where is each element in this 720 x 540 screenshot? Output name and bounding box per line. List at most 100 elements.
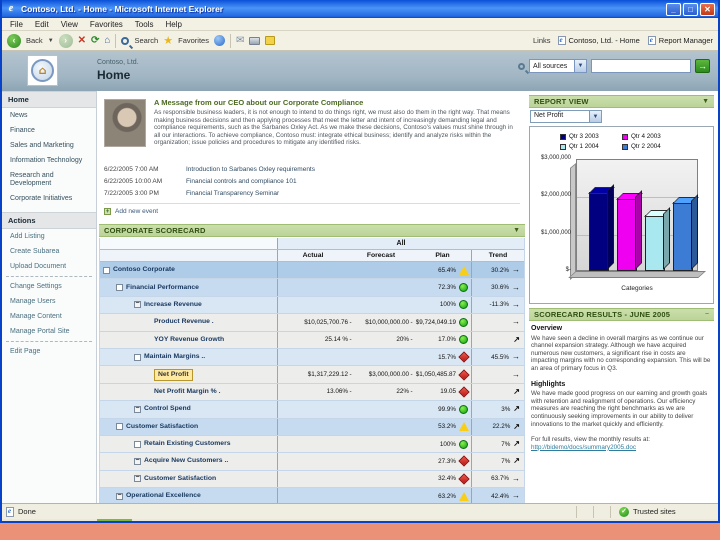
row-label[interactable]: Acquire New Customers .. — [144, 457, 228, 465]
legend-swatch — [560, 133, 566, 140]
close-button[interactable]: ✕ — [700, 2, 715, 16]
legend-swatch — [560, 143, 566, 150]
menu-view[interactable]: View — [61, 20, 78, 29]
search-scope-select[interactable]: All sources ▼ — [529, 59, 587, 73]
report-selector[interactable]: Net Profit ▼ — [530, 110, 602, 123]
menu-favorites[interactable]: Favorites — [90, 20, 123, 29]
action-edit-page[interactable]: Edit Page — [2, 344, 96, 359]
row-label[interactable]: Operational Excellence — [126, 492, 201, 500]
media-icon[interactable] — [213, 35, 225, 46]
sidebar-item-corporate-initiatives[interactable]: Corporate Initiatives — [2, 191, 96, 206]
row-collapse-icon[interactable]: − — [134, 457, 141, 465]
sidebar-item-news[interactable]: News — [2, 108, 96, 123]
action-manage-portal-site[interactable]: Manage Portal Site — [2, 324, 96, 339]
row-label[interactable]: Control Spend — [144, 405, 191, 413]
results-link[interactable]: http://bidemo/docs/summary2005.doc — [531, 444, 711, 452]
chart-bar — [674, 203, 692, 270]
add-event[interactable]: + Add new event — [104, 203, 520, 215]
sidebar-header-home[interactable]: Home — [2, 91, 96, 108]
legend-item: Qtr 4 2003 — [622, 133, 684, 140]
event-title[interactable]: Introduction to Sarbanes Oxley requireme… — [186, 166, 315, 173]
row-label[interactable]: YOY Revenue Growth — [154, 336, 224, 344]
table-row: − Increase Revenue 100% -11.3% → — [100, 296, 524, 315]
row-name-cell: YOY Revenue Growth — [100, 331, 278, 348]
events-list: 6/22/2005 7:00 AM Introduction to Sarbane… — [104, 163, 520, 215]
favorites-button[interactable]: Favorites — [178, 36, 209, 45]
sidebar-item-sales-and-marketing[interactable]: Sales and Marketing — [2, 138, 96, 153]
row-checkbox[interactable] — [103, 266, 110, 274]
row-collapse-icon[interactable]: − — [134, 475, 141, 483]
search-go-button[interactable]: → — [695, 59, 710, 73]
event-title[interactable]: Financial controls and compliance 101 — [186, 178, 297, 185]
row-collapse-icon[interactable]: − — [134, 301, 141, 309]
toolbar-link[interactable]: Report Manager — [647, 36, 713, 45]
row-label[interactable]: Increase Revenue — [144, 301, 202, 309]
menu-file[interactable]: File — [10, 20, 23, 29]
action-manage-content[interactable]: Manage Content — [2, 309, 96, 324]
print-icon[interactable] — [249, 36, 261, 45]
action-upload-document[interactable]: Upload Document — [2, 259, 96, 274]
trend-cell: 63.7% → — [471, 470, 524, 488]
title-bar[interactable]: e Contoso, Ltd. - Home - Microsoft Inter… — [2, 0, 718, 18]
results-body: Overview We have seen a decline in overa… — [531, 325, 711, 451]
menu-tools[interactable]: Tools — [135, 20, 154, 29]
search-zone: All sources ▼ → — [518, 59, 710, 73]
favorites-icon[interactable]: ★ — [163, 34, 173, 47]
row-name-cell: Net Profit — [100, 366, 278, 383]
trend-cell: 22.2% ↗ — [471, 418, 524, 435]
toolbar-link[interactable]: Contoso, Ltd. - Home — [557, 36, 640, 45]
forward-icon[interactable]: › — [58, 33, 73, 48]
event-title[interactable]: Financial Transparency Seminar — [186, 190, 279, 197]
mail-icon[interactable]: ✉ — [236, 35, 244, 46]
row-checkbox[interactable] — [116, 423, 123, 431]
status-text: Done — [18, 507, 36, 516]
action-add-listing[interactable]: Add Listing — [2, 229, 96, 244]
site-home-icon-box[interactable]: ⌂ — [27, 55, 58, 86]
actual-value: $10,025,700.76 — [304, 318, 348, 326]
back-button[interactable]: Back — [26, 36, 43, 45]
report-selector-dropdown-icon[interactable]: ▼ — [589, 111, 601, 122]
chart-bar — [590, 193, 608, 270]
refresh-icon[interactable]: ⟳ — [91, 35, 99, 46]
results-collapse-icon[interactable]: − — [705, 311, 709, 318]
scorecard-menu-icon[interactable]: ▼ — [513, 227, 520, 234]
back-icon[interactable]: ‹ — [7, 33, 21, 48]
row-label[interactable]: Financial Performance — [126, 284, 199, 292]
row-collapse-icon[interactable]: − — [134, 405, 141, 413]
menu-edit[interactable]: Edit — [35, 20, 49, 29]
search-icon[interactable] — [121, 36, 130, 45]
row-checkbox[interactable] — [134, 353, 141, 361]
action-create-subarea[interactable]: Create Subarea — [2, 244, 96, 259]
sidebar-item-finance[interactable]: Finance — [2, 123, 96, 138]
back-dropdown-icon[interactable]: ▼ — [48, 38, 54, 44]
row-label[interactable]: Customer Satisfaction — [144, 475, 216, 483]
stop-icon[interactable]: ✕ — [78, 35, 86, 46]
status-indicator-cell — [456, 491, 471, 501]
row-checkbox[interactable] — [116, 284, 123, 292]
action-manage-users[interactable]: Manage Users — [2, 294, 96, 309]
row-label[interactable]: Net Profit Margin % . — [154, 388, 220, 396]
trend-cell: 30.6% → — [471, 279, 524, 296]
home-icon[interactable]: ⌂ — [104, 35, 110, 46]
report-view-menu-icon[interactable]: ▼ — [702, 98, 709, 105]
minimize-button[interactable]: _ — [666, 2, 681, 16]
row-label[interactable]: Retain Existing Customers — [144, 440, 231, 448]
search-button[interactable]: Search — [134, 36, 158, 45]
row-label[interactable]: Net Profit — [154, 368, 193, 381]
sidebar-item-research-and-development[interactable]: Research and Development — [2, 168, 96, 191]
row-checkbox[interactable] — [134, 440, 141, 448]
maximize-button[interactable]: □ — [683, 2, 698, 16]
add-event-label[interactable]: Add new event — [115, 208, 158, 215]
row-label[interactable]: Maintain Margins .. — [144, 353, 205, 361]
row-label[interactable]: Product Revenue . — [154, 318, 214, 326]
sidebar-item-information-technology[interactable]: Information Technology — [2, 153, 96, 168]
sidebar: Home News Finance Sales and Marketing Infor… — [2, 91, 97, 503]
search-input[interactable] — [591, 59, 691, 73]
row-collapse-icon[interactable]: − — [116, 492, 123, 500]
row-label[interactable]: Customer Satisfaction — [126, 423, 198, 431]
messenger-icon[interactable] — [265, 36, 276, 45]
search-scope-dropdown-icon[interactable]: ▼ — [574, 60, 586, 72]
menu-help[interactable]: Help — [165, 20, 181, 29]
row-label[interactable]: Contoso Corporate — [113, 266, 175, 274]
action-change-settings[interactable]: Change Settings — [2, 279, 96, 294]
